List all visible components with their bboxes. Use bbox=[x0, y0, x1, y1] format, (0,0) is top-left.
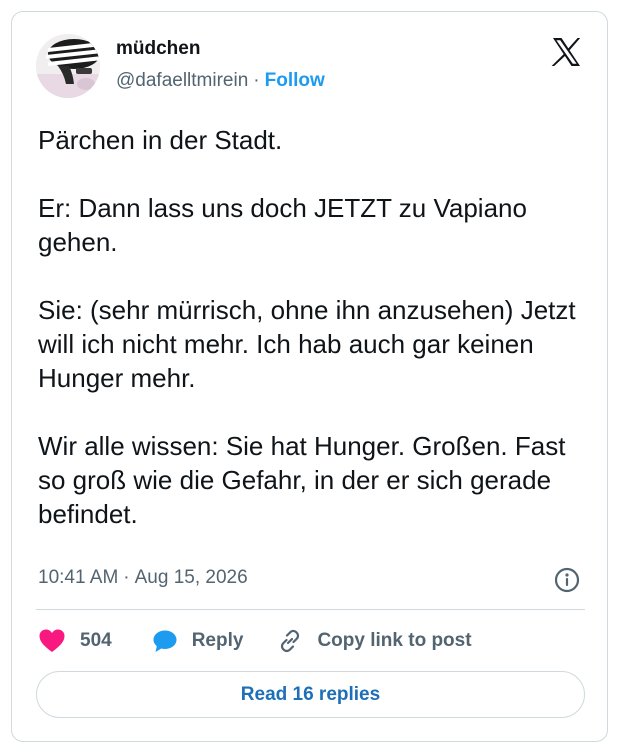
tweet-paragraph: Pärchen in der Stadt. bbox=[38, 125, 283, 155]
copy-link-button[interactable]: Copy link to post bbox=[277, 628, 472, 654]
tweet-card: müdchen @dafaelltmirein · Follow Pärchen i… bbox=[11, 11, 608, 742]
reply-label: Reply bbox=[191, 630, 244, 651]
copy-link-label: Copy link to post bbox=[317, 630, 472, 651]
avatar-image bbox=[36, 34, 100, 98]
like-count: 504 bbox=[80, 630, 112, 651]
tweet-timestamp[interactable]: 10:41 AM · Aug 15, 2026 bbox=[38, 567, 248, 589]
info-icon[interactable] bbox=[554, 567, 580, 593]
action-bar: 504 Reply Copy link to post bbox=[38, 623, 472, 659]
author-avatar[interactable] bbox=[36, 34, 100, 98]
tweet-paragraph: Sie: (sehr mürrisch, ohne ihn anzusehen)… bbox=[38, 295, 576, 393]
tweet-date: Aug 15, 2026 bbox=[134, 567, 248, 588]
read-replies-label: Read 16 replies bbox=[240, 683, 381, 705]
reply-bubble-icon bbox=[153, 630, 177, 652]
heart-icon bbox=[39, 629, 65, 652]
divider bbox=[36, 609, 585, 610]
author-display-name[interactable]: müdchen bbox=[116, 38, 200, 60]
read-replies-button[interactable]: Read 16 replies bbox=[36, 671, 585, 718]
author-handle-row: @dafaelltmirein · Follow bbox=[116, 70, 325, 92]
x-logo-icon[interactable] bbox=[550, 36, 582, 68]
tweet-paragraph: Wir alle wissen: Sie hat Hunger. Großen.… bbox=[38, 431, 566, 529]
x-logo-graphic bbox=[551, 38, 581, 66]
info-icon-graphic bbox=[554, 567, 580, 593]
follow-button[interactable]: Follow bbox=[265, 70, 325, 91]
time-date-separator: · bbox=[123, 567, 130, 588]
tweet-paragraph: Er: Dann lass uns doch JETZT zu Vapiano … bbox=[38, 193, 527, 257]
tweet-text: Pärchen in der Stadt. Er: Dann lass uns … bbox=[38, 123, 593, 531]
handle-separator: · bbox=[253, 70, 260, 91]
tweet-time: 10:41 AM bbox=[38, 567, 119, 588]
author-handle[interactable]: @dafaelltmirein bbox=[116, 70, 248, 91]
link-icon bbox=[281, 629, 300, 653]
reply-button[interactable]: Reply bbox=[152, 629, 244, 653]
like-button[interactable]: 504 bbox=[38, 628, 112, 654]
